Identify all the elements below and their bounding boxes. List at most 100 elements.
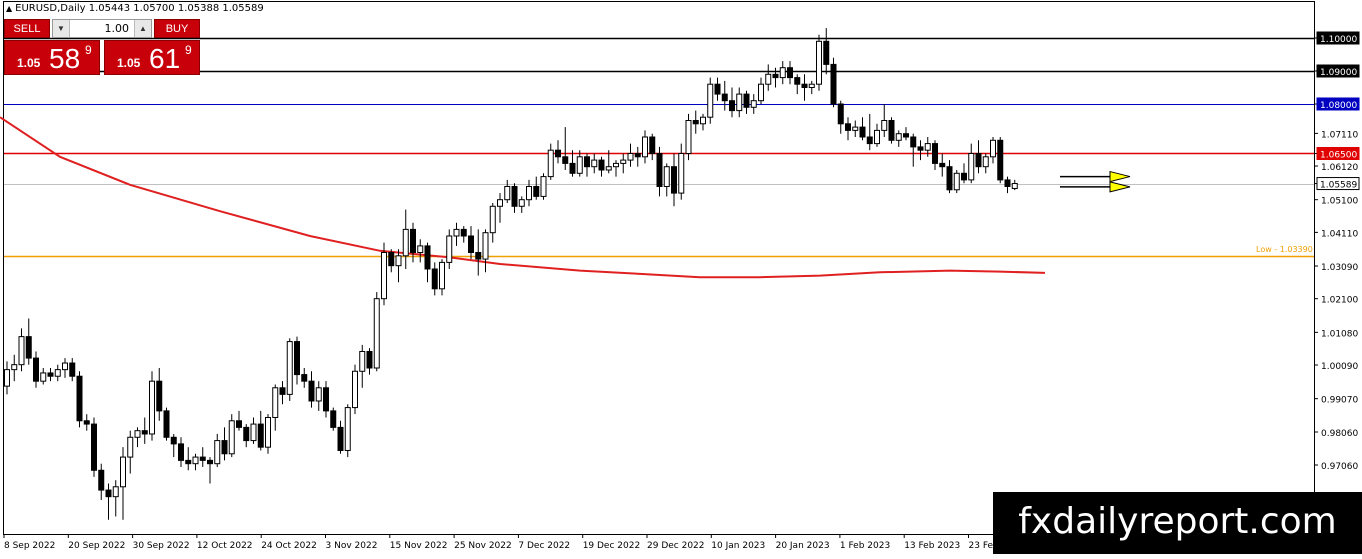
candle-body	[874, 129, 880, 145]
candle	[888, 117, 895, 144]
price-tick-label: 0.99070	[1321, 396, 1358, 406]
candle	[707, 77, 714, 124]
lot-decrease-icon[interactable]: ▼	[53, 20, 70, 37]
candle	[373, 292, 380, 372]
buy-price-fraction: 9	[185, 43, 192, 57]
candle-body	[446, 235, 453, 263]
candle-body	[526, 185, 532, 201]
time-tick-label: 30 Sep 2022	[133, 541, 190, 551]
collapse-triangle-icon[interactable]: ▲	[6, 4, 12, 13]
price-tick-label: 1.06120	[1321, 163, 1358, 173]
candle	[163, 407, 170, 441]
candle-body	[475, 251, 482, 260]
candle-body	[961, 172, 967, 181]
time-tick-label: 13 Feb 2023	[904, 541, 960, 551]
candle-body	[816, 40, 822, 85]
candle-body	[257, 423, 264, 448]
candle-body	[4, 369, 10, 387]
candle-body	[729, 100, 735, 112]
candle	[830, 57, 837, 108]
candle-body	[982, 156, 989, 168]
candle-body	[663, 166, 670, 187]
low-label: Low - 1.03390	[1256, 245, 1313, 254]
candle-body	[852, 126, 859, 131]
candle-body	[540, 176, 547, 197]
lot-size-input[interactable]	[71, 20, 133, 37]
time-tick-label: 12 Oct 2022	[197, 541, 253, 551]
lot-increase-icon[interactable]: ▲	[134, 20, 151, 37]
candle-body	[33, 357, 39, 382]
candle	[91, 417, 97, 477]
candle-body	[47, 372, 54, 377]
buy-quote[interactable]: 1.05 61 9	[104, 40, 200, 75]
candle-body	[323, 387, 329, 412]
buy-price-prefix: 1.05	[117, 56, 141, 70]
candle-body	[714, 83, 721, 95]
price-tick-label: 1.01080	[1321, 329, 1358, 339]
time-tick-label: 3 Nov 2022	[326, 541, 378, 551]
sell-quote[interactable]: 1.05 58 9	[4, 40, 100, 75]
candle-body	[199, 456, 206, 461]
candle	[228, 414, 235, 458]
price-chart[interactable]: 1.10000 1.09000 1.08000 1.07110 1.06500 1.061…	[0, 0, 1362, 554]
candle-body	[504, 185, 511, 201]
candle-body	[192, 456, 199, 465]
sell-price-pips: 58	[49, 43, 81, 74]
candle-body	[613, 162, 619, 168]
time-tick-label: 24 Oct 2022	[261, 541, 317, 551]
candle-body	[569, 162, 576, 174]
candle-body	[381, 251, 387, 300]
sell-button[interactable]: SELL	[4, 19, 50, 38]
candle-body	[243, 426, 250, 442]
candle-body	[265, 416, 271, 448]
time-tick-label: 20 Jan 2023	[776, 541, 830, 551]
symbol-title-text: EURUSD,Daily 1.05443 1.05700 1.05388 1.0…	[15, 3, 264, 14]
candle	[344, 404, 351, 458]
sell-price-fraction: 9	[85, 43, 92, 57]
candle-body	[337, 426, 344, 451]
candle-body	[707, 83, 714, 118]
candle-body	[76, 375, 83, 422]
candle-body	[562, 156, 569, 164]
candle-body	[105, 489, 112, 498]
candle-body	[134, 430, 141, 438]
chart-frame	[3, 1, 1315, 535]
candle-body	[656, 152, 663, 187]
candle-body	[881, 119, 888, 131]
candle	[685, 113, 692, 161]
candle-body	[555, 149, 561, 158]
price-tick-label: 1.07110	[1321, 130, 1358, 140]
candle-body	[758, 83, 764, 102]
candle-body	[598, 159, 605, 171]
candle-body	[366, 350, 373, 369]
candle	[381, 242, 387, 306]
candle	[352, 364, 358, 415]
one-click-trading-panel: SELL ▼ ▲ BUY 1.05 58 9 1.05 61 9	[4, 19, 200, 75]
candle-body	[417, 245, 424, 253]
candle-body	[98, 469, 105, 491]
candle-body	[431, 268, 438, 290]
time-tick-label: 1 Feb 2023	[840, 541, 890, 551]
candle-body	[888, 119, 895, 141]
candle-body	[395, 255, 402, 267]
buy-button[interactable]: BUY	[154, 19, 200, 38]
candle	[816, 34, 822, 91]
candle-body	[787, 67, 793, 79]
time-tick-label: 8 Sep 2022	[4, 541, 55, 551]
candle-body	[221, 440, 228, 455]
candle-body	[627, 152, 634, 161]
time-tick-label: 19 Dec 2022	[583, 541, 641, 551]
candle-body	[40, 372, 47, 382]
candle-body	[634, 152, 641, 158]
candle-body	[678, 152, 685, 194]
candle-body	[83, 420, 90, 425]
candle	[540, 173, 547, 200]
candle-body	[692, 119, 699, 125]
candle-body	[518, 199, 525, 207]
candle-body	[917, 146, 924, 151]
candle-body	[359, 350, 366, 372]
candle-body	[228, 420, 235, 455]
price-label: 1.08000	[1320, 101, 1357, 111]
candle-body	[453, 228, 460, 237]
candle-body	[895, 133, 902, 141]
